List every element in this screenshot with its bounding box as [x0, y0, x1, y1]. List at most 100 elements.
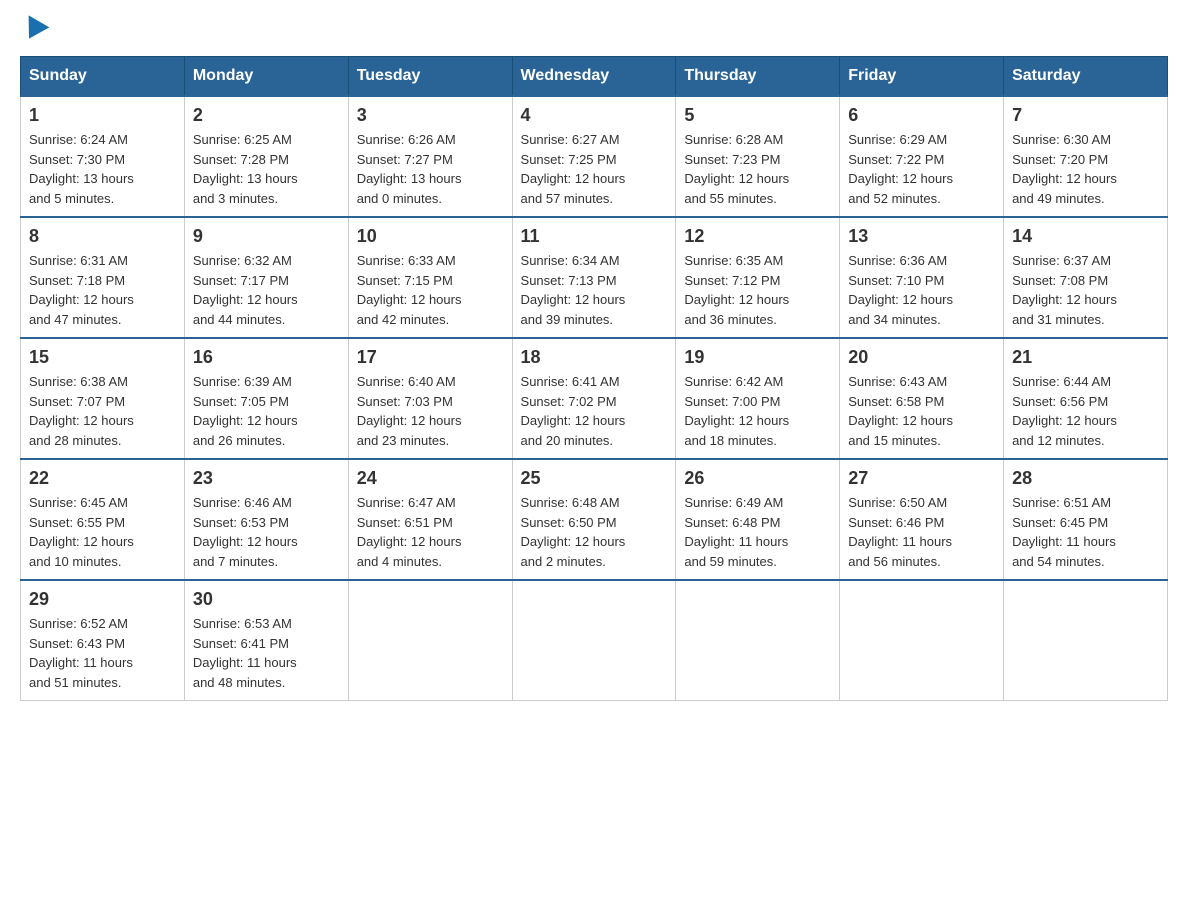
day-number: 2 [193, 105, 340, 126]
day-info: Sunrise: 6:34 AMSunset: 7:13 PMDaylight:… [521, 251, 668, 329]
day-number: 30 [193, 589, 340, 610]
day-info: Sunrise: 6:27 AMSunset: 7:25 PMDaylight:… [521, 130, 668, 208]
day-info: Sunrise: 6:33 AMSunset: 7:15 PMDaylight:… [357, 251, 504, 329]
day-info: Sunrise: 6:30 AMSunset: 7:20 PMDaylight:… [1012, 130, 1159, 208]
calendar-cell-12: 12 Sunrise: 6:35 AMSunset: 7:12 PMDayligh… [676, 217, 840, 338]
day-number: 9 [193, 226, 340, 247]
day-number: 8 [29, 226, 176, 247]
day-info: Sunrise: 6:52 AMSunset: 6:43 PMDaylight:… [29, 614, 176, 692]
header-sunday: Sunday [21, 57, 185, 97]
day-info: Sunrise: 6:36 AMSunset: 7:10 PMDaylight:… [848, 251, 995, 329]
calendar-cell-19: 19 Sunrise: 6:42 AMSunset: 7:00 PMDayligh… [676, 338, 840, 459]
day-number: 23 [193, 468, 340, 489]
calendar-cell-14: 14 Sunrise: 6:37 AMSunset: 7:08 PMDayligh… [1004, 217, 1168, 338]
day-number: 3 [357, 105, 504, 126]
calendar-cell-33 [676, 580, 840, 701]
day-info: Sunrise: 6:32 AMSunset: 7:17 PMDaylight:… [193, 251, 340, 329]
day-info: Sunrise: 6:26 AMSunset: 7:27 PMDaylight:… [357, 130, 504, 208]
calendar-cell-13: 13 Sunrise: 6:36 AMSunset: 7:10 PMDayligh… [840, 217, 1004, 338]
day-info: Sunrise: 6:35 AMSunset: 7:12 PMDaylight:… [684, 251, 831, 329]
day-number: 16 [193, 347, 340, 368]
day-number: 25 [521, 468, 668, 489]
calendar-cell-1: 1 Sunrise: 6:24 AMSunset: 7:30 PMDaylight… [21, 96, 185, 217]
day-info: Sunrise: 6:37 AMSunset: 7:08 PMDaylight:… [1012, 251, 1159, 329]
calendar-cell-32 [512, 580, 676, 701]
calendar-cell-31 [348, 580, 512, 701]
day-info: Sunrise: 6:25 AMSunset: 7:28 PMDaylight:… [193, 130, 340, 208]
day-info: Sunrise: 6:28 AMSunset: 7:23 PMDaylight:… [684, 130, 831, 208]
day-info: Sunrise: 6:42 AMSunset: 7:00 PMDaylight:… [684, 372, 831, 450]
week-row-2: 8 Sunrise: 6:31 AMSunset: 7:18 PMDaylight… [21, 217, 1168, 338]
day-number: 26 [684, 468, 831, 489]
day-info: Sunrise: 6:38 AMSunset: 7:07 PMDaylight:… [29, 372, 176, 450]
day-number: 29 [29, 589, 176, 610]
header-wednesday: Wednesday [512, 57, 676, 97]
calendar-cell-3: 3 Sunrise: 6:26 AMSunset: 7:27 PMDaylight… [348, 96, 512, 217]
calendar-cell-20: 20Sunrise: 6:43 AMSunset: 6:58 PMDayligh… [840, 338, 1004, 459]
day-number: 18 [521, 347, 668, 368]
day-info: Sunrise: 6:48 AMSunset: 6:50 PMDaylight:… [521, 493, 668, 571]
day-number: 15 [29, 347, 176, 368]
logo [20, 20, 46, 36]
day-info: Sunrise: 6:50 AMSunset: 6:46 PMDaylight:… [848, 493, 995, 571]
week-row-3: 15 Sunrise: 6:38 AMSunset: 7:07 PMDayligh… [21, 338, 1168, 459]
calendar-cell-2: 2 Sunrise: 6:25 AMSunset: 7:28 PMDaylight… [184, 96, 348, 217]
calendar-cell-34 [840, 580, 1004, 701]
calendar-cell-24: 24Sunrise: 6:47 AMSunset: 6:51 PMDayligh… [348, 459, 512, 580]
calendar-cell-10: 10 Sunrise: 6:33 AMSunset: 7:15 PMDayligh… [348, 217, 512, 338]
calendar-cell-27: 27Sunrise: 6:50 AMSunset: 6:46 PMDayligh… [840, 459, 1004, 580]
day-number: 17 [357, 347, 504, 368]
day-number: 6 [848, 105, 995, 126]
day-number: 22 [29, 468, 176, 489]
day-number: 1 [29, 105, 176, 126]
calendar-cell-23: 23 Sunrise: 6:46 AMSunset: 6:53 PMDayligh… [184, 459, 348, 580]
week-row-4: 22 Sunrise: 6:45 AMSunset: 6:55 PMDayligh… [21, 459, 1168, 580]
header-friday: Friday [840, 57, 1004, 97]
week-row-5: 29 Sunrise: 6:52 AMSunset: 6:43 PMDayligh… [21, 580, 1168, 701]
day-number: 24 [357, 468, 504, 489]
calendar-cell-6: 6 Sunrise: 6:29 AMSunset: 7:22 PMDaylight… [840, 96, 1004, 217]
calendar-cell-8: 8 Sunrise: 6:31 AMSunset: 7:18 PMDaylight… [21, 217, 185, 338]
day-number: 20 [848, 347, 995, 368]
calendar-cell-17: 17 Sunrise: 6:40 AMSunset: 7:03 PMDayligh… [348, 338, 512, 459]
day-info: Sunrise: 6:29 AMSunset: 7:22 PMDaylight:… [848, 130, 995, 208]
calendar-cell-15: 15 Sunrise: 6:38 AMSunset: 7:07 PMDayligh… [21, 338, 185, 459]
calendar-cell-9: 9 Sunrise: 6:32 AMSunset: 7:17 PMDaylight… [184, 217, 348, 338]
day-info: Sunrise: 6:45 AMSunset: 6:55 PMDaylight:… [29, 493, 176, 571]
day-number: 21 [1012, 347, 1159, 368]
page-header [20, 20, 1168, 36]
header-monday: Monday [184, 57, 348, 97]
calendar-cell-30: 30 Sunrise: 6:53 AMSunset: 6:41 PMDayligh… [184, 580, 348, 701]
day-number: 7 [1012, 105, 1159, 126]
day-number: 14 [1012, 226, 1159, 247]
day-number: 10 [357, 226, 504, 247]
day-info: Sunrise: 6:53 AMSunset: 6:41 PMDaylight:… [193, 614, 340, 692]
day-number: 13 [848, 226, 995, 247]
calendar-cell-4: 4 Sunrise: 6:27 AMSunset: 7:25 PMDaylight… [512, 96, 676, 217]
day-info: Sunrise: 6:44 AMSunset: 6:56 PMDaylight:… [1012, 372, 1159, 450]
calendar-cell-7: 7 Sunrise: 6:30 AMSunset: 7:20 PMDaylight… [1004, 96, 1168, 217]
header-tuesday: Tuesday [348, 57, 512, 97]
day-number: 19 [684, 347, 831, 368]
calendar-cell-25: 25 Sunrise: 6:48 AMSunset: 6:50 PMDayligh… [512, 459, 676, 580]
day-info: Sunrise: 6:39 AMSunset: 7:05 PMDaylight:… [193, 372, 340, 450]
day-info: Sunrise: 6:49 AMSunset: 6:48 PMDaylight:… [684, 493, 831, 571]
calendar-cell-5: 5 Sunrise: 6:28 AMSunset: 7:23 PMDaylight… [676, 96, 840, 217]
calendar-cell-26: 26 Sunrise: 6:49 AMSunset: 6:48 PMDayligh… [676, 459, 840, 580]
header-row: Sunday Monday Tuesday Wednesday Thursday… [21, 57, 1168, 97]
day-number: 28 [1012, 468, 1159, 489]
day-info: Sunrise: 6:46 AMSunset: 6:53 PMDaylight:… [193, 493, 340, 571]
logo-triangle-icon [19, 15, 50, 44]
day-info: Sunrise: 6:31 AMSunset: 7:18 PMDaylight:… [29, 251, 176, 329]
day-info: Sunrise: 6:51 AMSunset: 6:45 PMDaylight:… [1012, 493, 1159, 571]
day-info: Sunrise: 6:41 AMSunset: 7:02 PMDaylight:… [521, 372, 668, 450]
day-info: Sunrise: 6:24 AMSunset: 7:30 PMDaylight:… [29, 130, 176, 208]
day-number: 12 [684, 226, 831, 247]
header-saturday: Saturday [1004, 57, 1168, 97]
week-row-1: 1 Sunrise: 6:24 AMSunset: 7:30 PMDaylight… [21, 96, 1168, 217]
calendar-cell-11: 11Sunrise: 6:34 AMSunset: 7:13 PMDayligh… [512, 217, 676, 338]
calendar-cell-29: 29 Sunrise: 6:52 AMSunset: 6:43 PMDayligh… [21, 580, 185, 701]
day-number: 4 [521, 105, 668, 126]
day-number: 5 [684, 105, 831, 126]
day-info: Sunrise: 6:40 AMSunset: 7:03 PMDaylight:… [357, 372, 504, 450]
